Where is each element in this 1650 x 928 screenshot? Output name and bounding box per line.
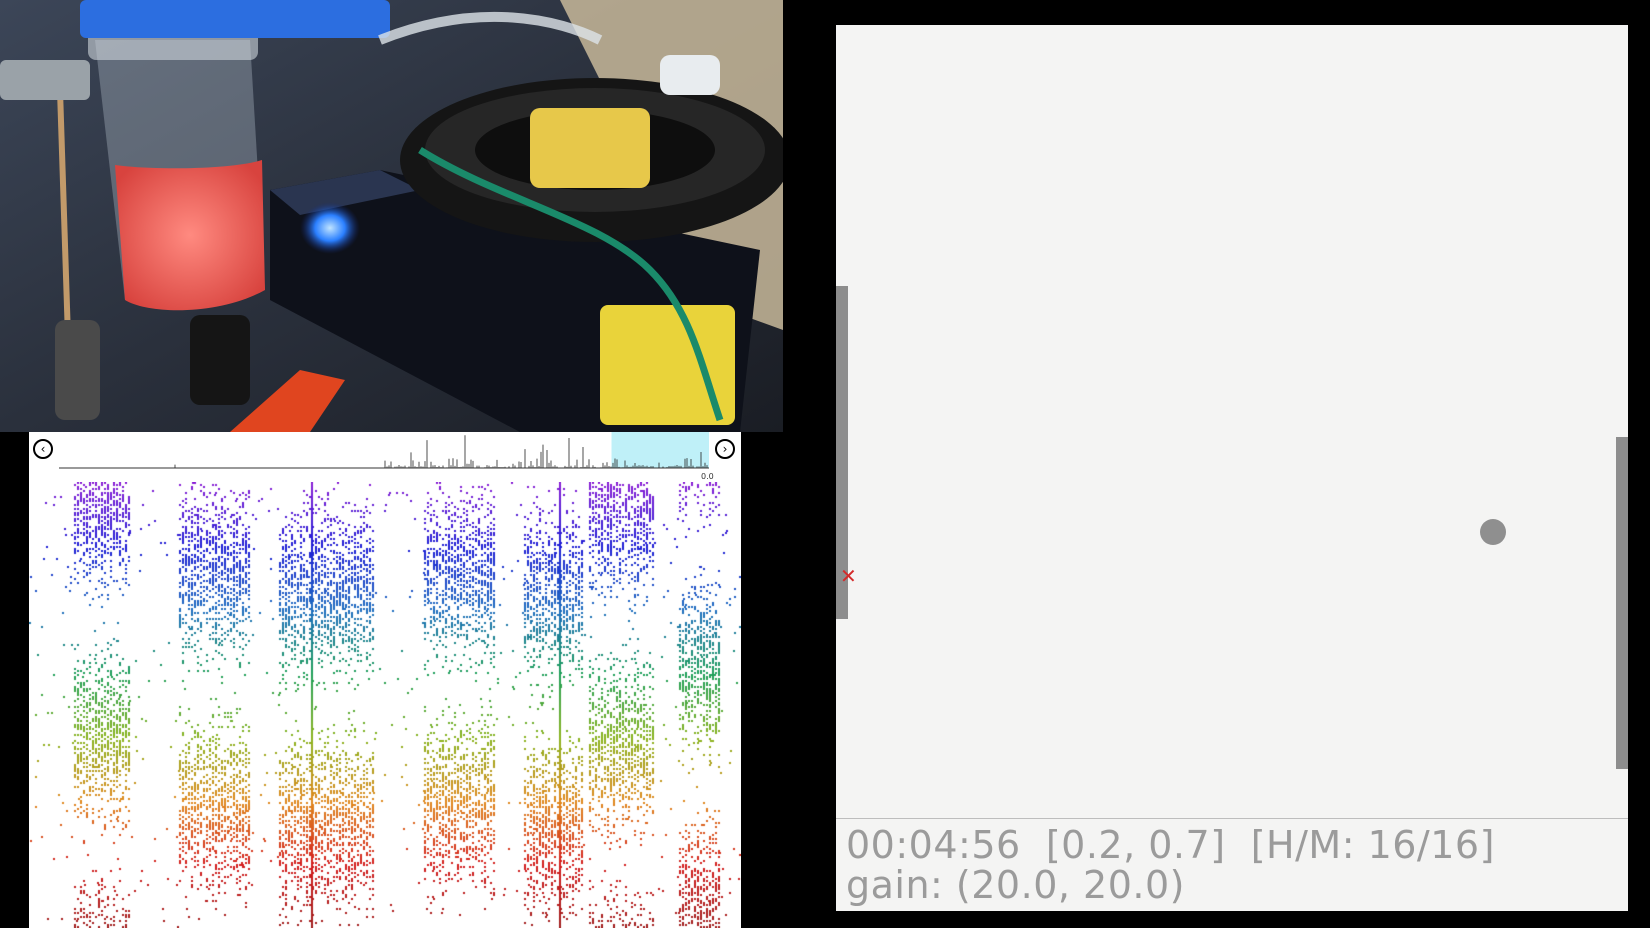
timeline-selection[interactable] xyxy=(611,432,710,468)
status-line-primary: 00:04:56 [0.2, 0.7] [H/M: 16/16] xyxy=(846,823,1495,867)
camera-feed-image xyxy=(0,0,783,432)
hit-miss-counter: [H/M: 16/16] xyxy=(1250,823,1495,867)
right-paddle xyxy=(1616,436,1628,770)
game-ball xyxy=(1480,518,1507,545)
status-bar: 00:04:56 [0.2, 0.7] [H/M: 16/16] gain: (… xyxy=(836,818,1628,911)
cross-mark-icon: ✕ xyxy=(840,564,857,588)
timeline-end-label: 0.0 xyxy=(701,472,714,481)
chevron-right-circle-icon[interactable]: › xyxy=(715,439,735,459)
spike-raster-plot xyxy=(29,482,741,928)
chevron-left-circle-icon[interactable]: ‹ xyxy=(33,439,53,459)
ball-position-readout: [0.2, 0.7] xyxy=(1045,823,1226,867)
elapsed-time: 00:04:56 xyxy=(846,823,1021,867)
spike-raster-panel: ‹ 0.0 › xyxy=(29,432,741,928)
game-arena: ✕ xyxy=(836,25,1628,817)
gain-readout: gain: (20.0, 20.0) xyxy=(846,863,1185,907)
activity-histogram xyxy=(59,432,710,469)
camera-feed xyxy=(0,0,783,432)
pong-game-view: ✕ 00:04:56 [0.2, 0.7] [H/M: 16/16] gain:… xyxy=(836,25,1628,911)
activity-timeline[interactable]: ‹ 0.0 › xyxy=(29,432,741,482)
